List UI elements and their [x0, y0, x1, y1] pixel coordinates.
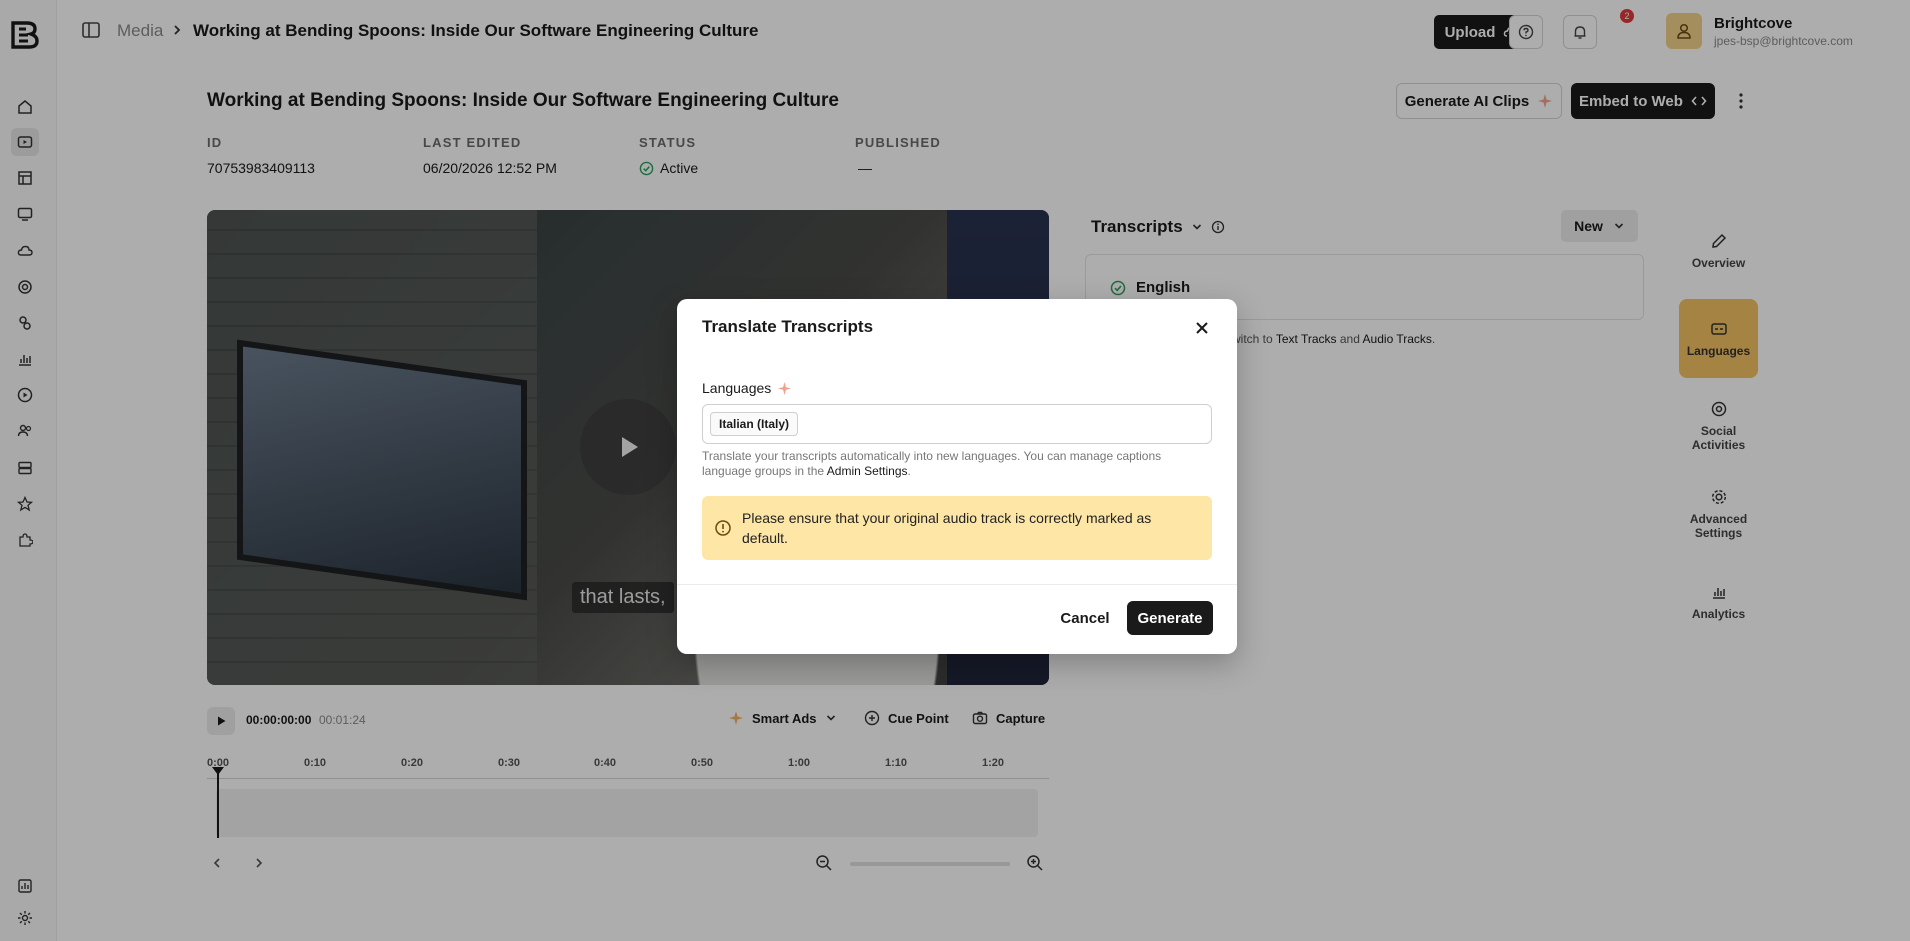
warning-alert: Please ensure that your original audio t… — [702, 496, 1212, 560]
sparkle-icon — [778, 381, 792, 395]
languages-field-label: Languages — [702, 380, 792, 396]
languages-label: Languages — [702, 380, 772, 396]
dialog-title: Translate Transcripts — [702, 317, 874, 336]
close-icon[interactable] — [1193, 319, 1211, 337]
warning-text: Please ensure that your original audio t… — [742, 510, 1152, 546]
language-chip[interactable]: Italian (Italy) — [710, 412, 799, 436]
admin-settings-link[interactable]: Admin Settings — [827, 464, 908, 478]
cancel-button[interactable]: Cancel — [1052, 601, 1118, 635]
warning-icon — [715, 520, 731, 536]
generate-button[interactable]: Generate — [1127, 601, 1213, 635]
languages-multiselect[interactable]: Italian (Italy) — [702, 404, 1212, 444]
help-text: Translate your transcripts automatically… — [702, 449, 1162, 478]
help-end: . — [907, 464, 911, 478]
translate-transcripts-dialog: Translate Transcripts Languages Italian … — [677, 299, 1237, 654]
dialog-divider — [677, 584, 1237, 585]
languages-help-text: Translate your transcripts automatically… — [702, 449, 1202, 479]
